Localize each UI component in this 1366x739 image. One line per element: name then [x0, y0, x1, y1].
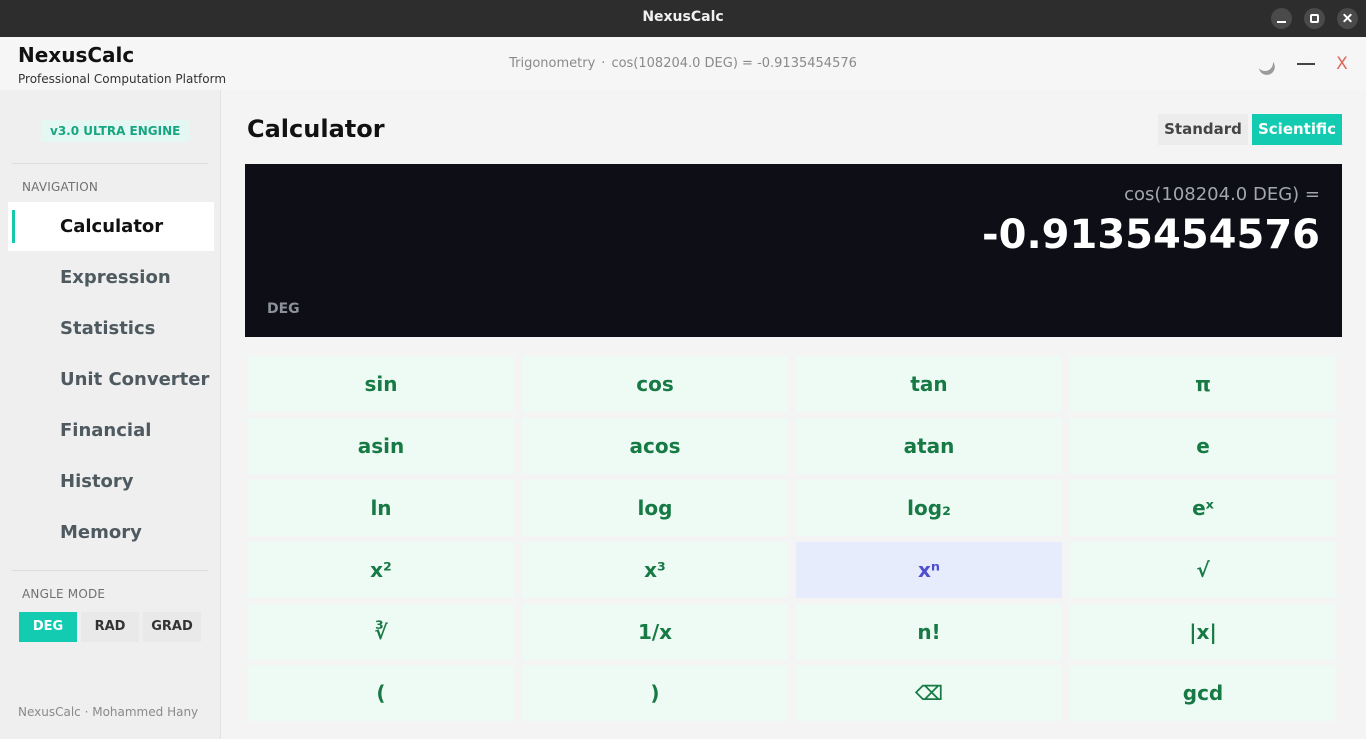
page-title: Calculator: [247, 115, 385, 143]
sidebar-item-memory[interactable]: Memory: [8, 508, 214, 557]
sidebar-divider: [12, 570, 208, 571]
angle-grad-button[interactable]: GRAD: [143, 612, 201, 642]
scientific-mode-button[interactable]: Scientific: [1252, 114, 1342, 145]
navigation-heading: NAVIGATION: [22, 180, 99, 194]
display-expression: cos(108204.0 DEG) =: [1124, 184, 1320, 205]
key-backspace-icon[interactable]: ⌫: [796, 665, 1062, 721]
key-exp[interactable]: eˣ: [1070, 480, 1336, 536]
standard-mode-button[interactable]: Standard: [1158, 114, 1248, 145]
os-titlebar: NexusCalc: [0, 0, 1366, 37]
key-sin[interactable]: sin: [248, 356, 514, 412]
key-reciprocal[interactable]: 1/x: [522, 604, 788, 660]
key-cos[interactable]: cos: [522, 356, 788, 412]
sidebar: v3.0 ULTRA ENGINE NAVIGATION Calculator …: [0, 90, 221, 739]
sidebar-divider: [12, 163, 208, 164]
angle-mode-heading: ANGLE MODE: [22, 587, 106, 601]
header-status: Trigonometry · cos(108204.0 DEG) = -0.9135…: [0, 56, 1366, 71]
key-log2[interactable]: log₂: [796, 480, 1062, 536]
key-ln[interactable]: ln: [248, 480, 514, 536]
angle-rad-button[interactable]: RAD: [81, 612, 139, 642]
status-category: Trigonometry: [509, 56, 596, 71]
key-open-paren[interactable]: (: [248, 665, 514, 721]
key-abs[interactable]: |x|: [1070, 604, 1336, 660]
app-tagline: Professional Computation Platform: [18, 72, 227, 86]
sidebar-item-calculator[interactable]: Calculator: [8, 202, 214, 251]
key-power[interactable]: xⁿ: [796, 542, 1062, 598]
key-asin[interactable]: asin: [248, 418, 514, 474]
window-title: NexusCalc: [642, 9, 724, 25]
version-badge: v3.0 ULTRA ENGINE: [41, 120, 190, 142]
key-atan[interactable]: atan: [796, 418, 1062, 474]
status-separator: ·: [601, 56, 606, 71]
key-square[interactable]: x²: [248, 542, 514, 598]
window-close-button[interactable]: [1337, 8, 1358, 29]
app-header: NexusCalc Professional Computation Platf…: [0, 37, 1366, 90]
key-factorial[interactable]: n!: [796, 604, 1062, 660]
app-close-icon[interactable]: X: [1331, 53, 1353, 75]
window-minimize-button[interactable]: [1271, 8, 1292, 29]
calculator-display: cos(108204.0 DEG) = -0.9135454576 DEG: [245, 164, 1342, 337]
display-angle-mode: DEG: [267, 301, 300, 317]
key-sqrt[interactable]: √: [1070, 542, 1336, 598]
theme-toggle-moon-icon[interactable]: [1254, 53, 1276, 75]
key-cube-root[interactable]: ∛: [248, 604, 514, 660]
key-e[interactable]: e: [1070, 418, 1336, 474]
footer-credit: NexusCalc · Mohammed Hany: [18, 705, 199, 719]
angle-deg-button[interactable]: DEG: [19, 612, 77, 642]
key-tan[interactable]: tan: [796, 356, 1062, 412]
key-cube[interactable]: x³: [522, 542, 788, 598]
key-acos[interactable]: acos: [522, 418, 788, 474]
key-pi[interactable]: π: [1070, 356, 1336, 412]
key-log[interactable]: log: [522, 480, 788, 536]
key-close-paren[interactable]: ): [522, 665, 788, 721]
sidebar-item-unit-converter[interactable]: Unit Converter: [8, 355, 214, 404]
key-gcd[interactable]: gcd: [1070, 665, 1336, 721]
app-minimize-icon[interactable]: [1296, 53, 1318, 75]
sidebar-item-history[interactable]: History: [8, 457, 214, 506]
sidebar-item-statistics[interactable]: Statistics: [8, 304, 214, 353]
sidebar-item-financial[interactable]: Financial: [8, 406, 214, 455]
status-text: cos(108204.0 DEG) = -0.9135454576: [611, 56, 857, 71]
window-maximize-button[interactable]: [1304, 8, 1325, 29]
sidebar-item-expression[interactable]: Expression: [8, 253, 214, 302]
display-result: -0.9135454576: [982, 212, 1320, 258]
